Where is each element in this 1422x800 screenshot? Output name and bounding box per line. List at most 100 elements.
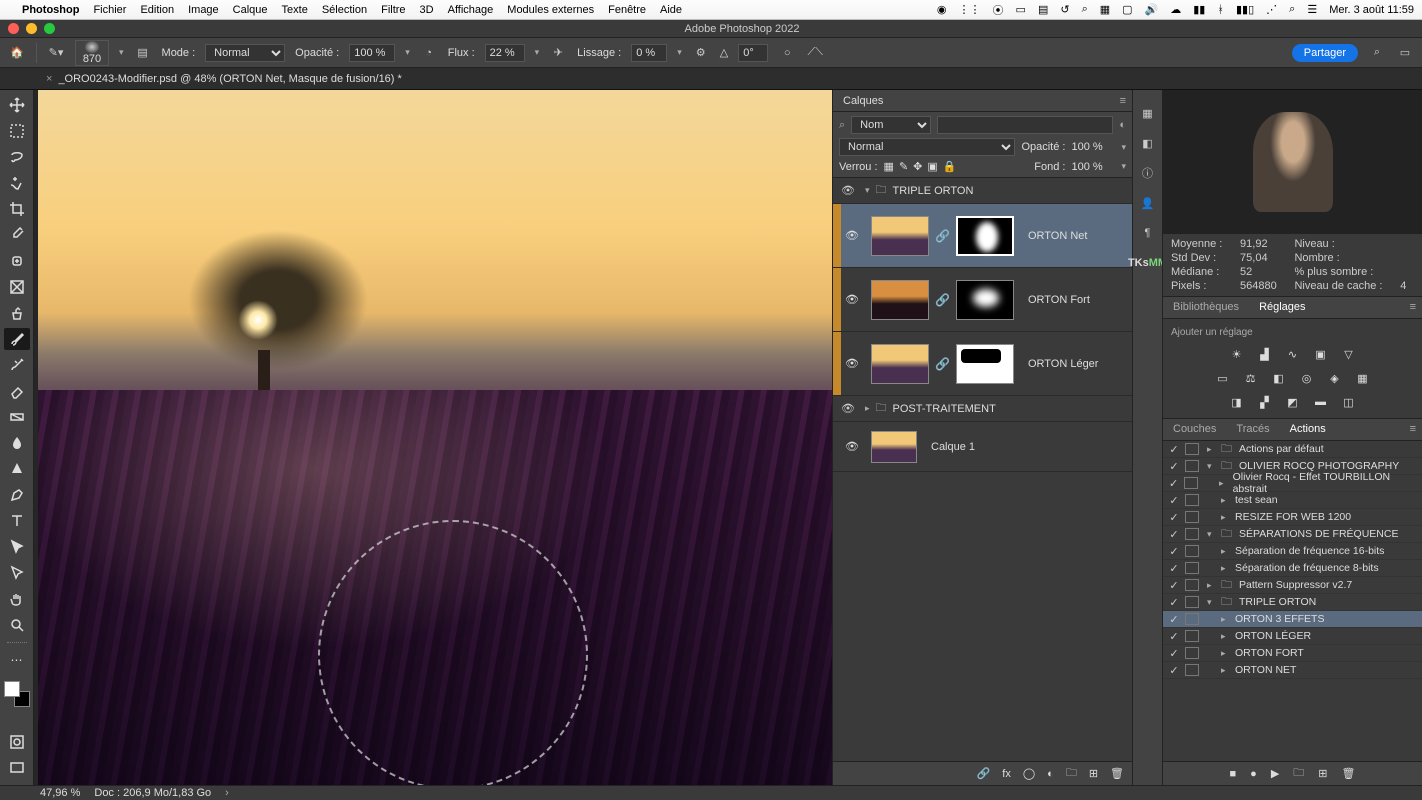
record-icon[interactable]: ⦿ xyxy=(993,2,1004,18)
disclosure-icon[interactable]: ▸ xyxy=(1221,546,1231,557)
disclosure-icon[interactable]: ▸ xyxy=(1221,563,1231,574)
status-arrow-icon[interactable]: › xyxy=(225,787,229,799)
levels-icon[interactable]: ▟ xyxy=(1256,346,1274,362)
menu-modules[interactable]: Modules externes xyxy=(507,4,594,16)
layer-orton-leger[interactable]: 👁 🔗 ORTON Léger xyxy=(833,332,1132,396)
brush-panel-icon[interactable]: ▤ xyxy=(134,44,152,62)
minimize-window-button[interactable] xyxy=(26,23,37,34)
gradient-tool[interactable] xyxy=(4,406,30,428)
tab-traces[interactable]: Tracés xyxy=(1226,419,1279,440)
action-row[interactable]: ✓▸🗀Actions par défaut xyxy=(1163,441,1422,458)
photo-filter-icon[interactable]: ◎ xyxy=(1298,370,1316,386)
dialog-toggle-icon[interactable] xyxy=(1185,562,1199,574)
new-layer-icon[interactable]: ⊞ xyxy=(1089,767,1098,780)
disclosure-icon[interactable]: ▾ xyxy=(1207,597,1217,608)
stop-icon[interactable]: ■ xyxy=(1230,768,1237,780)
text-tool[interactable] xyxy=(4,510,30,532)
wifi-icon[interactable]: ⋰ xyxy=(1266,3,1277,16)
toggle-check-icon[interactable]: ✓ xyxy=(1167,528,1181,541)
tab-reglages[interactable]: Réglages xyxy=(1249,297,1315,318)
pressure-size-icon[interactable]: ○ xyxy=(778,44,796,62)
marquee-tool[interactable] xyxy=(4,120,30,142)
lock-all-icon[interactable]: 🔒 xyxy=(943,160,957,173)
battery-icon[interactable]: ▮▮▯ xyxy=(1236,3,1254,16)
curves-icon[interactable]: ∿ xyxy=(1284,346,1302,362)
toggle-check-icon[interactable]: ✓ xyxy=(1167,477,1180,490)
path-select-tool[interactable] xyxy=(4,536,30,558)
tab-couches[interactable]: Couches xyxy=(1163,419,1226,440)
new-group-icon[interactable]: 🗀 xyxy=(1066,764,1077,783)
layer-group-post-traitement[interactable]: 👁 ▸ 🗀 POST-TRAITEMENT xyxy=(833,396,1132,422)
tk-badge[interactable]: TKsMM xyxy=(1139,254,1157,272)
move-tool[interactable] xyxy=(4,94,30,116)
dialog-toggle-icon[interactable] xyxy=(1185,630,1199,642)
toggle-check-icon[interactable]: ✓ xyxy=(1167,545,1181,558)
exposure-icon[interactable]: ▣ xyxy=(1312,346,1330,362)
clock[interactable]: Mer. 3 août 11:59 xyxy=(1329,4,1414,16)
visibility-icon[interactable]: 👁 xyxy=(841,229,863,242)
crop-tool[interactable] xyxy=(4,198,30,220)
hand-tool[interactable] xyxy=(4,588,30,610)
layer-mask-thumbnail[interactable] xyxy=(956,216,1014,256)
layer-orton-net[interactable]: 👁 🔗 ORTON Net xyxy=(833,204,1132,268)
action-row[interactable]: ✓▸ORTON NET xyxy=(1163,662,1422,679)
selective-color-icon[interactable]: ◫ xyxy=(1340,394,1358,410)
dialog-toggle-icon[interactable] xyxy=(1185,647,1199,659)
cloud-icon[interactable]: ☁ xyxy=(1170,3,1181,16)
share-button[interactable]: Partager xyxy=(1292,44,1358,62)
paragraph-panel-icon[interactable]: ¶ xyxy=(1139,224,1157,242)
layer-filter-kind[interactable]: Nom xyxy=(851,116,931,134)
visibility-icon[interactable]: 👁 xyxy=(837,184,859,197)
close-tab-icon[interactable]: × xyxy=(46,73,52,85)
dialog-toggle-icon[interactable] xyxy=(1185,511,1199,523)
menu-filtre[interactable]: Filtre xyxy=(381,4,405,16)
clipboard-icon[interactable]: ▤ xyxy=(1038,3,1048,16)
visibility-icon[interactable]: 👁 xyxy=(841,357,863,370)
link-icon[interactable]: 🔗 xyxy=(935,229,950,243)
blend-mode-select[interactable]: Normal xyxy=(205,44,285,62)
grid-icon[interactable]: ▦ xyxy=(1100,3,1110,16)
disclosure-icon[interactable]: ▾ xyxy=(1207,529,1217,540)
delete-action-icon[interactable]: 🗑 xyxy=(1342,767,1356,780)
toggle-check-icon[interactable]: ✓ xyxy=(1167,664,1181,677)
zoom-level[interactable]: 47,96 % xyxy=(40,787,80,799)
toggle-check-icon[interactable]: ✓ xyxy=(1167,460,1181,473)
toggle-check-icon[interactable]: ✓ xyxy=(1167,443,1181,456)
smoothing-options-icon[interactable]: ⚙ xyxy=(692,44,710,62)
zoom-tool[interactable] xyxy=(4,614,30,636)
menu-3d[interactable]: 3D xyxy=(420,4,434,16)
control-center-icon[interactable]: ☰ xyxy=(1307,3,1317,16)
home-icon[interactable]: 🏠 xyxy=(8,44,26,62)
dialog-toggle-icon[interactable] xyxy=(1185,494,1199,506)
adjustment-layer-icon[interactable]: ◐ xyxy=(1047,768,1054,780)
lock-position-icon[interactable]: ✥ xyxy=(913,160,922,173)
doc-size[interactable]: Doc : 206,9 Mo/1,83 Go xyxy=(94,787,211,799)
menu-affichage[interactable]: Affichage xyxy=(448,4,494,16)
swatches-panel-icon[interactable]: ◧ xyxy=(1139,134,1157,152)
visibility-icon[interactable]: 👁 xyxy=(841,293,863,306)
search-icon[interactable]: ⌕ xyxy=(1368,44,1386,62)
close-window-button[interactable] xyxy=(8,23,19,34)
eyedropper-tool[interactable] xyxy=(4,224,30,246)
flux-field[interactable]: 22 % xyxy=(485,44,525,62)
screen-icon[interactable]: ▭ xyxy=(1016,3,1026,16)
toggle-check-icon[interactable]: ✓ xyxy=(1167,647,1181,660)
visibility-icon[interactable]: 👁 xyxy=(837,402,859,415)
panel-menu-icon[interactable]: ≡ xyxy=(1114,95,1132,107)
lasso-tool[interactable] xyxy=(4,146,30,168)
gradient-map-icon[interactable]: ▬ xyxy=(1312,394,1330,410)
color-panel-icon[interactable]: ▦ xyxy=(1139,104,1157,122)
disclosure-icon[interactable]: ▸ xyxy=(1221,665,1231,676)
balance-icon[interactable]: ⚖ xyxy=(1242,370,1260,386)
lock-artboard-icon[interactable]: ▣ xyxy=(927,160,937,173)
new-set-icon[interactable]: 🗀 xyxy=(1293,764,1304,783)
tab-bibliotheques[interactable]: Bibliothèques xyxy=(1163,297,1249,318)
action-row[interactable]: ✓▾🗀TRIPLE ORTON xyxy=(1163,594,1422,611)
lissage-field[interactable]: 0 % xyxy=(631,44,667,62)
toggle-check-icon[interactable]: ✓ xyxy=(1167,562,1181,575)
dialog-toggle-icon[interactable] xyxy=(1185,596,1199,608)
brightness-icon[interactable]: ☀ xyxy=(1228,346,1246,362)
dialog-toggle-icon[interactable] xyxy=(1185,460,1199,472)
layer-calque-1[interactable]: 👁 Calque 1 xyxy=(833,422,1132,472)
lock-pixels-icon[interactable]: ▦ xyxy=(884,160,894,173)
